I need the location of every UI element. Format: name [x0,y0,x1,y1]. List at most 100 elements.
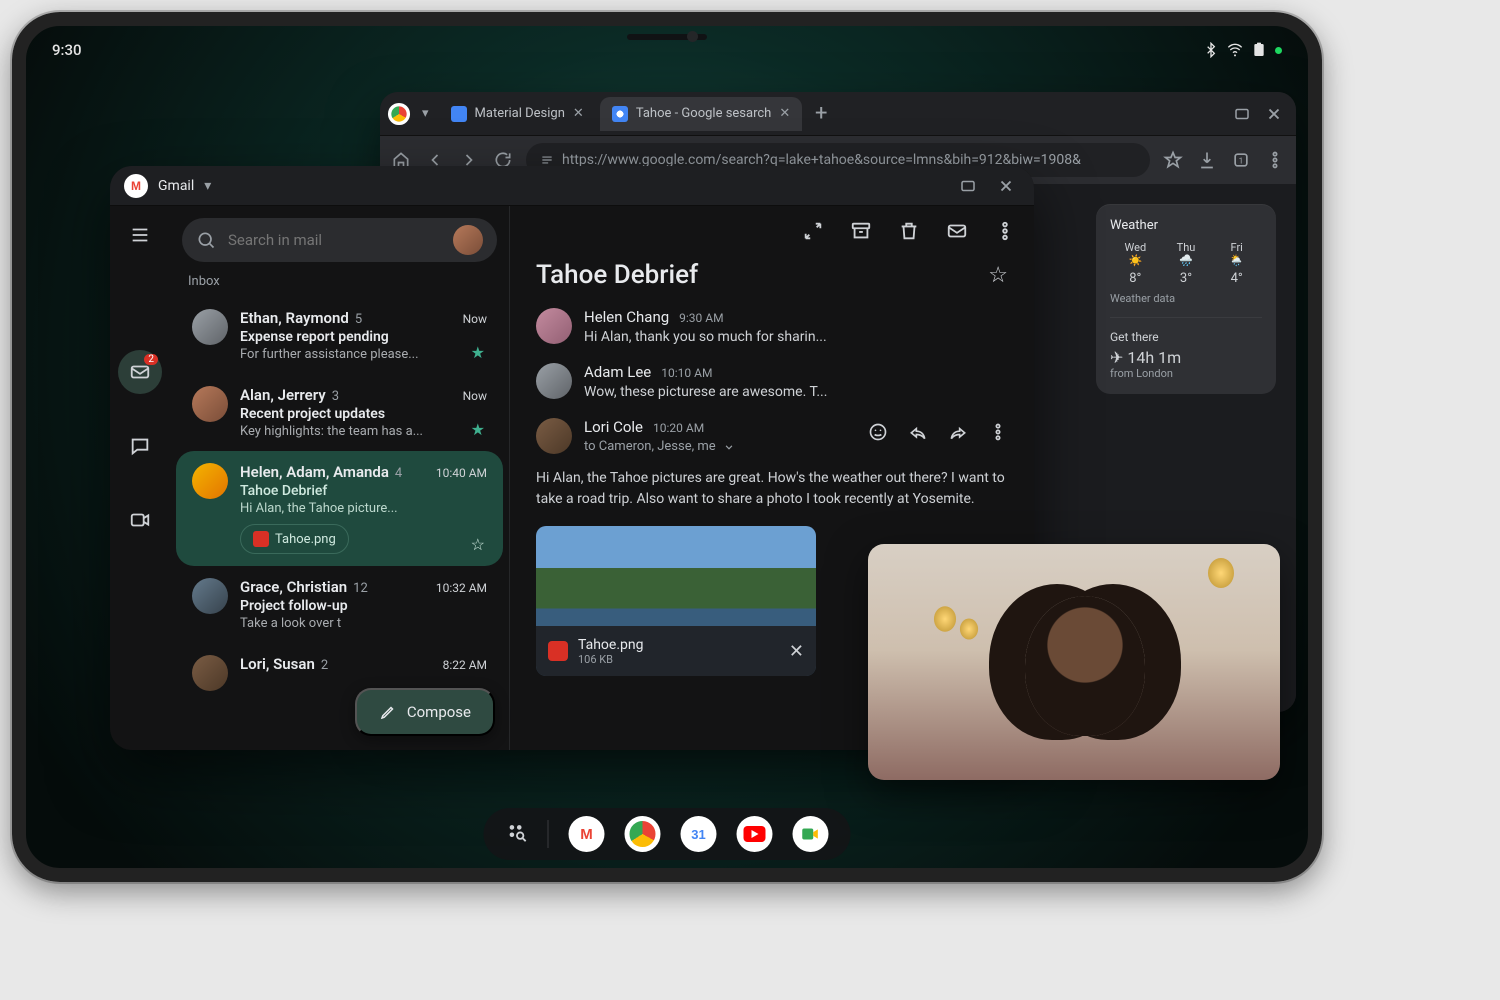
app-calendar[interactable]: 31 [681,816,717,852]
new-tab-button[interactable]: + [806,101,836,126]
archive-icon[interactable] [850,220,872,246]
account-avatar[interactable] [453,225,483,255]
sender-avatar [192,463,228,499]
tab-label: Material Design [475,106,565,121]
section-label: Inbox [170,270,509,297]
battery-icon [1251,42,1267,58]
subject: Tahoe Debrief [536,260,698,290]
menu-button[interactable] [1264,149,1286,171]
attachment-chip[interactable]: Tahoe.png [240,524,349,554]
knowledge-panel: Weather Wed☀️8° Thu🌧️3° Fri🌦️4° Weather … [1096,204,1276,394]
chevron-down-icon[interactable] [722,440,736,454]
chrome-tabstrip: ▾ Material Design ✕ Tahoe - Google sesar… [380,92,1296,136]
nav-rail: 2 [110,206,170,750]
unread-badge: 2 [144,354,158,365]
react-icon[interactable] [868,422,888,446]
favicon-icon [451,106,467,122]
more-icon[interactable] [994,220,1016,246]
close-tab-icon[interactable]: ✕ [573,106,584,121]
browser-tab-tahoe[interactable]: Tahoe - Google sesarch ✕ [600,97,802,131]
message-expanded: Lori Cole10:20 AM to Cameron, Jesse, me [536,418,1008,454]
delete-icon[interactable] [898,220,920,246]
search-input[interactable] [228,231,441,249]
tab-dropdown-icon[interactable]: ▾ [416,106,435,121]
sender-avatar [192,309,228,345]
close-window-button[interactable] [992,172,1020,200]
app-title: Gmail [158,178,194,194]
attachment-card[interactable]: Tahoe.png 106 KB ✕ [536,526,816,676]
taskbar-divider [548,820,549,848]
sender-avatar [192,386,228,422]
thread-item[interactable]: Grace, Christian1210:32 AM Project follo… [176,566,503,643]
close-window-button[interactable] [1260,100,1288,128]
image-icon [253,531,269,547]
attachment-size: 106 KB [578,653,643,666]
lamp-decor [1208,558,1234,588]
hamburger-menu-button[interactable] [129,224,151,250]
tab-label: Tahoe - Google sesarch [636,106,772,121]
image-icon [548,641,568,661]
forward-icon[interactable] [948,422,968,446]
app-chrome[interactable] [625,816,661,852]
tabs-button[interactable]: 1 [1230,149,1252,171]
video-pip[interactable] [868,544,1280,780]
kp-weather-title: Weather [1110,218,1262,233]
sender-avatar [192,655,228,691]
thread-item-selected[interactable]: Helen, Adam, Amanda410:40 AM Tahoe Debri… [176,451,503,566]
status-bar: 9:30 [26,26,1308,74]
thread-list: Inbox Ethan, Raymond5Now Expense report … [170,206,510,750]
app-meet[interactable] [793,816,829,852]
status-icons [1203,42,1282,58]
favicon-icon [612,106,628,122]
nav-mail[interactable]: 2 [118,350,162,394]
thread-item[interactable]: Alan, Jerrery3Now Recent project updates… [176,374,503,451]
star-icon[interactable]: ★ [471,420,485,439]
app-dropdown-icon[interactable]: ▾ [204,178,211,194]
site-settings-icon[interactable] [540,153,554,167]
star-icon[interactable]: ☆ [471,535,485,554]
reply-icon[interactable] [908,422,928,446]
chrome-logo-icon[interactable] [388,102,410,124]
wifi-icon [1227,42,1243,58]
message-collapsed[interactable]: Adam Lee10:10 AM Wow, these picturese ar… [536,363,1008,400]
sender-avatar [536,363,572,399]
message-collapsed[interactable]: Helen Chang9:30 AM Hi Alan, thank you so… [536,308,1008,345]
maximize-button[interactable] [954,172,982,200]
detail-actions [510,206,1034,260]
thread-item[interactable]: Ethan, Raymond5Now Expense report pendin… [176,297,503,374]
taskbar: M 31 [484,808,851,860]
close-tab-icon[interactable]: ✕ [779,106,790,121]
star-icon[interactable]: ☆ [988,263,1008,288]
maximize-button[interactable] [1228,100,1256,128]
svg-text:1: 1 [1239,156,1244,166]
nav-meet[interactable] [118,498,162,542]
sender-avatar [536,308,572,344]
lamp-decor [960,619,978,640]
lamp-decor [934,606,956,632]
bookmark-button[interactable] [1162,149,1184,171]
recipients-row[interactable]: to Cameron, Jesse, me [584,439,856,454]
search-icon [196,230,216,250]
more-icon[interactable] [988,422,1008,446]
close-icon[interactable]: ✕ [789,641,804,662]
sender-avatar [536,418,572,454]
app-launcher-button[interactable] [506,821,528,847]
browser-tab-material[interactable]: Material Design ✕ [439,97,596,131]
app-youtube[interactable] [737,816,773,852]
search-bar[interactable] [182,218,497,262]
message-body: Hi Alan, the Tahoe pictures are great. H… [510,454,1034,510]
tablet-device: 9:30 ▾ Material Design ✕ Tahoe - Google … [12,12,1322,882]
bluetooth-icon [1203,42,1219,58]
expand-icon[interactable] [802,220,824,246]
pencil-icon [379,703,397,721]
nav-chat[interactable] [118,424,162,468]
star-icon[interactable]: ★ [471,343,485,362]
downloads-button[interactable] [1196,149,1218,171]
app-gmail[interactable]: M [569,816,605,852]
clock: 9:30 [52,41,82,59]
gmail-logo-icon: M [124,174,148,198]
mark-unread-icon[interactable] [946,220,968,246]
gmail-titlebar: M Gmail ▾ [110,166,1034,206]
privacy-indicator-icon [1275,47,1282,54]
compose-button[interactable]: Compose [355,688,495,736]
